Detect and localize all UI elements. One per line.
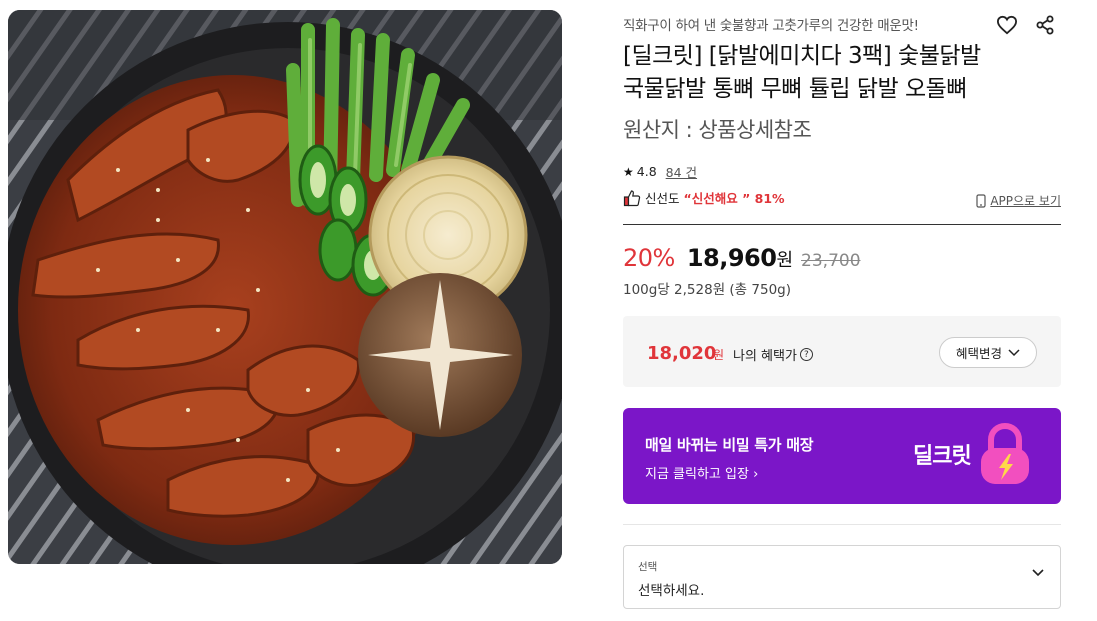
- freshness-label: 신선도: [645, 191, 680, 206]
- banner-title: 매일 바뀌는 비밀 특가 매장: [645, 436, 814, 454]
- product-photo: [8, 10, 562, 564]
- product-title-line2: 국물닭발 통뼈 무뼈 튤립 닭발 오돌뼈: [623, 76, 967, 102]
- lock-icon: [981, 422, 1029, 484]
- option-select-value: 선택하세요.: [638, 583, 705, 599]
- unit-price: 100g당 2,528원 (총 750g): [623, 282, 791, 298]
- chevron-down-icon: [1008, 348, 1020, 356]
- dealcrit-logo: 딜크릿: [913, 444, 972, 469]
- share-icon: [1036, 15, 1054, 35]
- secret-deal-banner[interactable]: 매일 바뀌는 비밀 특가 매장 지금 클릭하고 입장 › 딜크릿: [623, 408, 1061, 504]
- divider: [623, 224, 1061, 225]
- discount-rate: 20%: [623, 244, 675, 272]
- share-button[interactable]: [1033, 13, 1057, 37]
- banner-subtitle: 지금 클릭하고 입장 ›: [645, 467, 759, 482]
- divider: [623, 524, 1061, 525]
- wishlist-button[interactable]: [995, 13, 1019, 37]
- freshness-value: “신선해요 ” 81%: [683, 191, 785, 206]
- change-benefit-button[interactable]: 혜택변경: [939, 337, 1037, 368]
- review-count-link[interactable]: 84 건: [666, 162, 697, 181]
- app-view-link[interactable]: APP으로 보기: [976, 192, 1061, 209]
- app-view-label: APP으로 보기: [990, 194, 1061, 208]
- benefit-price: 18,020: [647, 343, 717, 364]
- option-select-label: 선택: [638, 561, 658, 573]
- star-icon: ★: [623, 164, 634, 179]
- benefit-price-currency: 원: [713, 348, 725, 362]
- benefit-label: 나의 혜택가 ?: [733, 345, 813, 364]
- product-image[interactable]: [8, 10, 562, 564]
- price-row: 20% 18,960 원 23,700: [623, 244, 861, 272]
- chevron-down-icon: [1032, 569, 1044, 577]
- product-title-line1: [딜크릿] [닭발에미치다 3팩] 숯불닭발: [623, 43, 981, 69]
- rating: ★ 4.8 84 건: [623, 162, 697, 181]
- sale-price: 18,960: [686, 244, 777, 272]
- sale-price-currency: 원: [776, 250, 794, 271]
- product-title: [딜크릿] [닭발에미치다 3팩] 숯불닭발 국물닭발 통뼈 무뼈 튤립 닭발 …: [623, 40, 1061, 106]
- help-icon[interactable]: ?: [799, 348, 813, 361]
- mobile-icon: [976, 193, 986, 208]
- freshness-rating: 신선도 “신선해요 ” 81%: [623, 188, 785, 207]
- thumbs-up-icon: [623, 189, 641, 206]
- option-select[interactable]: 선택 선택하세요.: [623, 545, 1061, 609]
- heart-icon: [996, 15, 1018, 35]
- change-benefit-label: 혜택변경: [955, 346, 1002, 361]
- benefit-label-text: 나의 혜택가: [733, 349, 797, 364]
- product-info: 직화구이 하여 낸 숯불향과 고춧가루의 건강한 매운맛! [딜크릿] [닭발에…: [623, 0, 1061, 621]
- rating-value: 4.8: [636, 164, 657, 179]
- product-subtitle: 직화구이 하여 낸 숯불향과 고춧가루의 건강한 매운맛!: [623, 18, 919, 34]
- benefit-price-box: 18,020 원 나의 혜택가 ? 혜택변경: [623, 316, 1061, 387]
- original-price: 23,700: [801, 251, 861, 271]
- product-origin: 원산지 : 상품상세참조: [623, 118, 812, 142]
